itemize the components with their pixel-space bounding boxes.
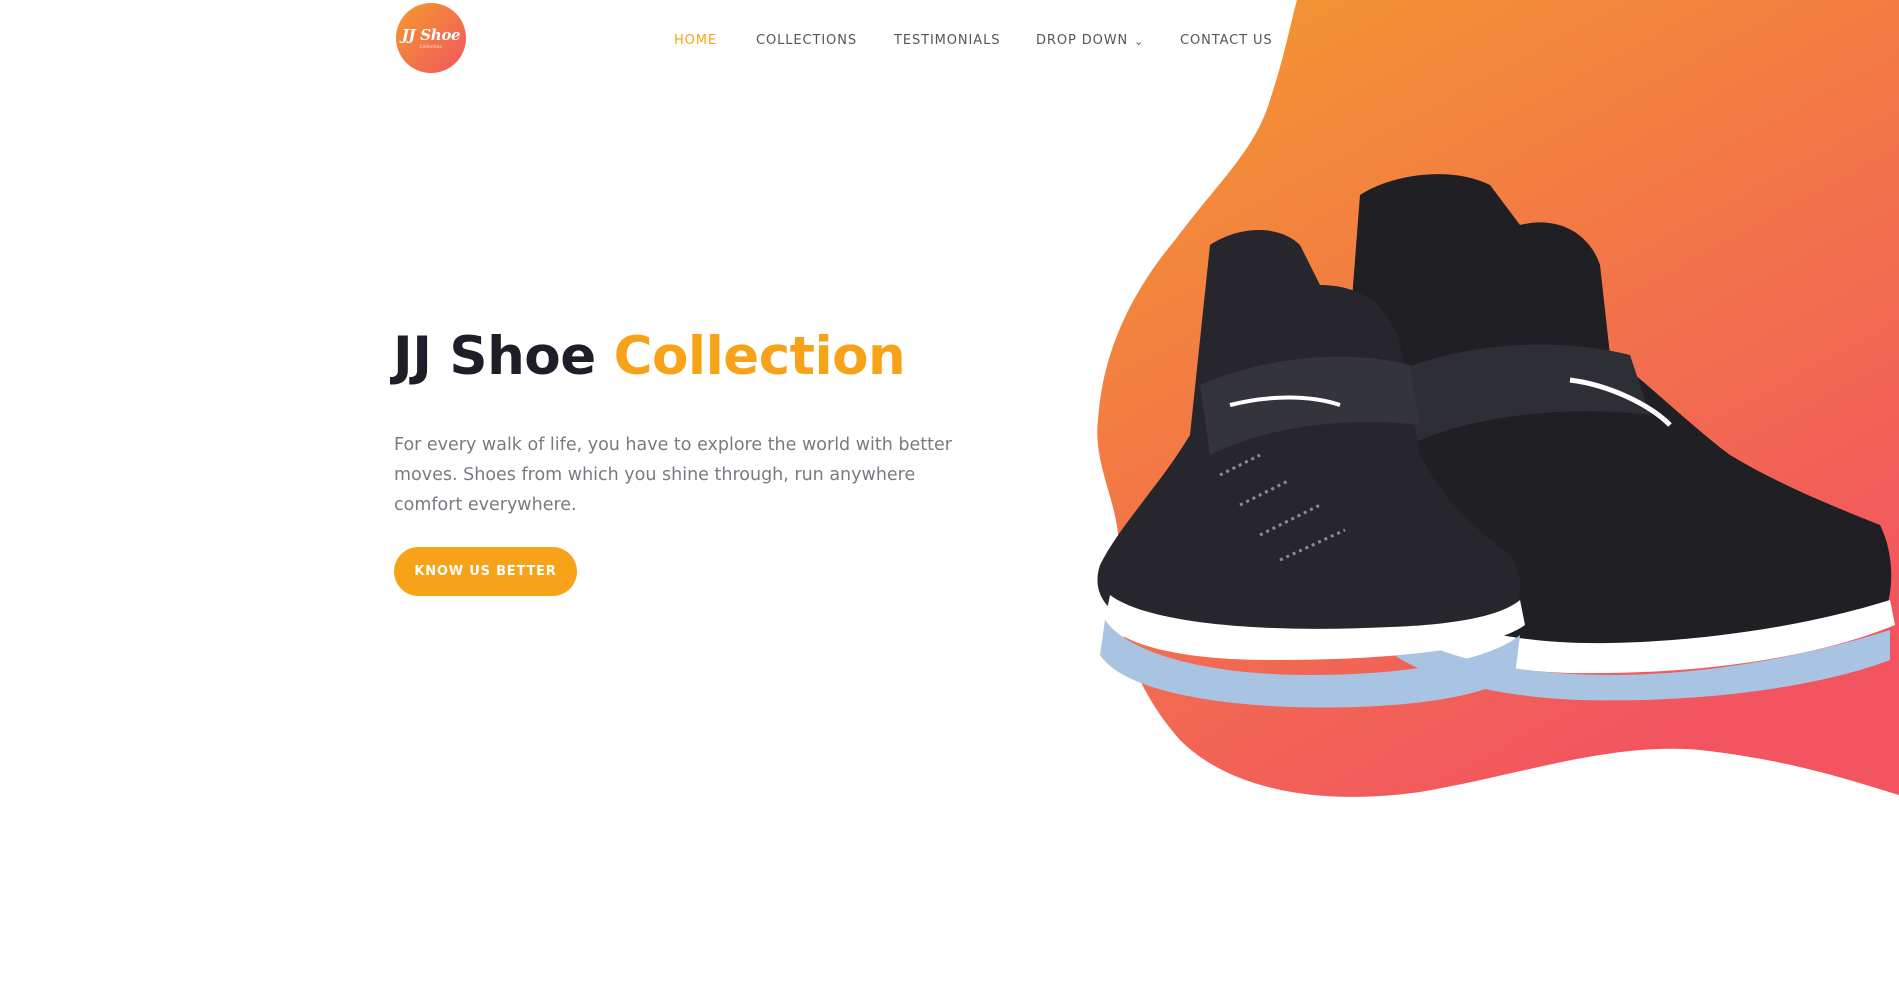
nav-item-drop-down[interactable]: DROP DOWN ⌄ (1036, 33, 1144, 48)
hero-title-accent: Collection (613, 326, 906, 387)
nav-item-collections[interactable]: COLLECTIONS (756, 33, 857, 48)
nav-item-home[interactable]: HOME (674, 33, 717, 48)
hero-title-brand: JJ Shoe (393, 326, 596, 387)
site-header: JJ Shoe Collection HOME COLLECTIONS TEST… (0, 0, 1899, 80)
hero-description: For every walk of life, you have to expl… (394, 435, 952, 515)
nav-item-testimonials[interactable]: TESTIMONIALS (894, 33, 1000, 48)
know-us-better-button[interactable]: KNOW US BETTER (394, 547, 577, 596)
nav-item-drop-down-label: DROP DOWN (1036, 32, 1129, 48)
nav-item-contact-us[interactable]: CONTACT US (1180, 33, 1273, 48)
brand-logo[interactable]: JJ Shoe Collection (396, 3, 466, 73)
chevron-down-icon: ⌄ (1134, 34, 1145, 48)
hero-title: JJ Shoe Collection (393, 326, 906, 387)
logo-text: JJ Shoe (401, 26, 461, 44)
sneakers-image (1097, 174, 1895, 708)
logo-subtext: Collection (419, 44, 443, 49)
